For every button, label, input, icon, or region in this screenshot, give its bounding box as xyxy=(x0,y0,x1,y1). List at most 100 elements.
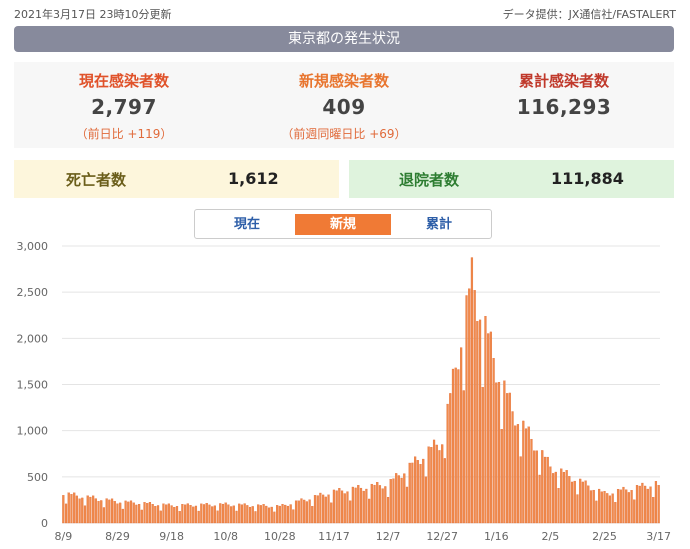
bar xyxy=(70,494,73,524)
bar xyxy=(238,503,241,524)
discharged-label: 退院者数 xyxy=(399,171,460,189)
bar xyxy=(592,489,595,524)
discharged-value: 111,884 xyxy=(551,169,624,188)
bar xyxy=(257,504,260,524)
bar xyxy=(557,488,560,524)
new-cases: 新規感染者数 409 （前週同曜日比 +69） xyxy=(239,70,449,142)
bar xyxy=(608,495,612,524)
bar xyxy=(194,505,198,524)
bar xyxy=(500,429,503,524)
bar xyxy=(649,486,652,524)
bar xyxy=(430,447,433,524)
bar xyxy=(230,506,233,524)
bar xyxy=(313,495,317,524)
bar xyxy=(370,483,373,524)
bar xyxy=(81,497,84,524)
bar xyxy=(484,316,487,524)
bar xyxy=(576,494,579,524)
bar xyxy=(408,462,411,524)
bar xyxy=(568,476,571,524)
bar xyxy=(462,390,465,524)
bar xyxy=(281,503,284,524)
bar xyxy=(64,503,68,524)
bar xyxy=(316,495,319,524)
stats-panel: 現在感染者数 2,797 （前日比 +119） 新規感染者数 409 （前週同曜… xyxy=(14,62,674,148)
bar xyxy=(373,484,376,524)
bar xyxy=(541,450,544,524)
bar xyxy=(175,506,179,524)
bar xyxy=(102,507,106,524)
bar xyxy=(200,503,203,524)
bar xyxy=(227,504,230,524)
bar xyxy=(506,393,509,524)
bar xyxy=(243,503,246,524)
bar xyxy=(221,503,225,524)
bar xyxy=(549,466,552,524)
bar xyxy=(443,458,446,524)
current-cases-delta: （前日比 +119） xyxy=(75,127,173,141)
bar xyxy=(381,488,384,524)
bar xyxy=(289,504,292,524)
bar xyxy=(514,425,517,524)
y-tick-label: 1,500 xyxy=(17,379,49,392)
bar xyxy=(603,490,606,524)
bar xyxy=(470,257,474,524)
bar xyxy=(495,382,498,524)
bar xyxy=(248,506,252,524)
tab-new[interactable]: 新規 xyxy=(295,214,391,235)
bar xyxy=(78,498,81,524)
new-cases-label: 新規感染者数 xyxy=(298,72,389,90)
bar xyxy=(581,481,584,524)
bar xyxy=(73,492,76,524)
deaths-label: 死亡者数 xyxy=(66,171,127,189)
chart-bars xyxy=(62,257,660,524)
tab-current[interactable]: 現在 xyxy=(199,214,295,235)
bar xyxy=(127,501,130,524)
x-tick-label: 3/17 xyxy=(646,530,671,543)
bar xyxy=(129,500,133,524)
total-cases: 累計感染者数 116,293 xyxy=(459,70,669,119)
bar xyxy=(138,504,141,524)
total-cases-label: 累計感染者数 xyxy=(518,72,609,90)
bar xyxy=(449,393,452,524)
bar xyxy=(284,504,287,524)
bar xyxy=(178,511,181,524)
x-tick-label: 8/29 xyxy=(105,530,130,543)
bar xyxy=(422,458,425,524)
bar xyxy=(232,505,235,524)
bar xyxy=(411,462,414,524)
bar xyxy=(395,473,398,524)
y-tick-label: 3,000 xyxy=(17,240,49,253)
bar xyxy=(265,505,268,524)
bar xyxy=(487,333,490,524)
total-cases-value: 116,293 xyxy=(516,95,612,119)
bar xyxy=(340,490,344,524)
bar xyxy=(224,502,227,524)
deaths-value: 1,612 xyxy=(228,169,279,188)
bar xyxy=(454,367,457,524)
bar xyxy=(600,491,603,524)
bar xyxy=(652,497,655,524)
x-tick-label: 10/28 xyxy=(264,530,296,543)
y-tick-label: 2,000 xyxy=(17,332,49,345)
x-tick-label: 11/17 xyxy=(318,530,350,543)
x-tick-label: 9/18 xyxy=(159,530,184,543)
bar xyxy=(657,485,660,524)
bar xyxy=(508,392,511,524)
x-tick-label: 12/7 xyxy=(376,530,401,543)
bar xyxy=(606,493,609,524)
bar xyxy=(151,504,154,524)
bar xyxy=(311,506,314,524)
bar xyxy=(365,488,368,524)
bar xyxy=(468,288,471,524)
bar xyxy=(189,505,192,524)
tab-total[interactable]: 累計 xyxy=(391,214,487,235)
bar xyxy=(322,494,325,524)
bar xyxy=(324,496,327,524)
bar xyxy=(121,508,124,524)
bar xyxy=(343,493,346,524)
bar xyxy=(67,492,70,524)
bar xyxy=(110,498,114,524)
bar xyxy=(148,502,152,524)
bar xyxy=(235,510,238,524)
